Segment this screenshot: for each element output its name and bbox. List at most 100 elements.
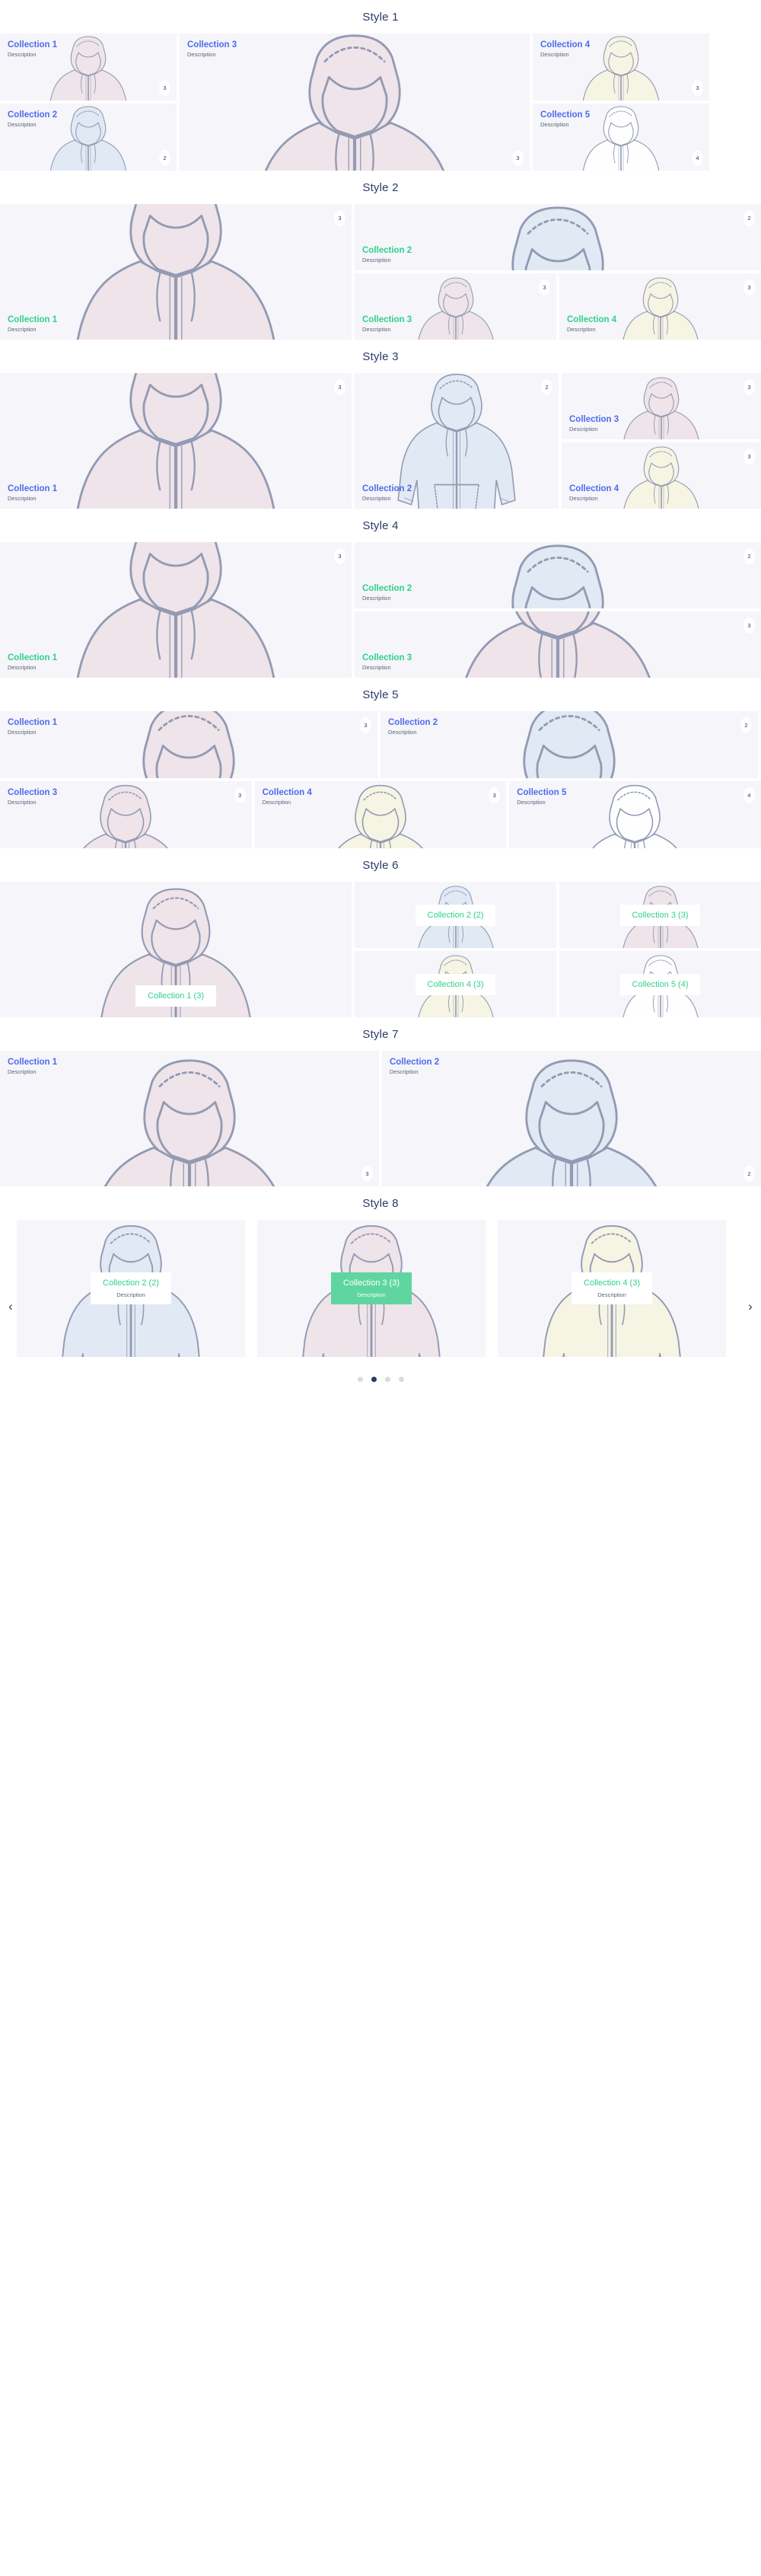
card-description: Description <box>187 51 216 58</box>
card-description: Description <box>362 664 391 671</box>
hoodie-illustration <box>575 34 667 101</box>
hoodie-illustration <box>568 781 701 848</box>
section-style-4: Style 4 Collection 1 Description 3 Colle… <box>0 509 761 678</box>
style-4-grid: Collection 1 Description 3 Collection 2 … <box>0 542 761 678</box>
slide-description: Description <box>597 1291 626 1298</box>
card-collection-3[interactable]: Collection 3 Description 3 <box>355 611 761 678</box>
hoodie-illustration <box>59 781 192 848</box>
style-4-right-column: Collection 2 Description 2 Collection 3 … <box>355 542 761 678</box>
card-collection-2[interactable]: Collection 2 Description 2 <box>355 373 559 509</box>
card-description: Description <box>362 257 391 263</box>
card-description: Description <box>8 664 37 671</box>
card-collection-1[interactable]: Collection 1 Description 3 <box>0 711 377 778</box>
section-style-7: Style 7 Collection 1 Description 3 Colle… <box>0 1017 761 1186</box>
card-description: Description <box>569 495 598 502</box>
card-collection-2[interactable]: Collection 2 Description 2 <box>380 711 758 778</box>
chevron-right-icon[interactable]: › <box>743 1299 758 1314</box>
card-collection-1[interactable]: Collection 1 (3) <box>0 882 352 1017</box>
section-style-2: Style 2 Collection 1 Description 3 Colle… <box>0 171 761 340</box>
card-title: Collection 4 <box>567 315 617 324</box>
carousel-dots <box>0 1357 761 1393</box>
card-label: Collection 1 Description <box>8 653 57 672</box>
card-badge: 2 <box>743 210 755 226</box>
card-label: Collection 3 Description <box>362 653 412 672</box>
card-description: Description <box>390 1068 419 1075</box>
carousel-dot[interactable] <box>357 1377 363 1382</box>
carousel-slide-collection-2[interactable]: Collection 2 (2) Description <box>17 1220 245 1357</box>
card-collection-3[interactable]: Collection 3 Description 3 <box>355 273 556 340</box>
card-title: Collection 1 <box>8 718 58 727</box>
hoodie-illustration <box>71 1051 308 1186</box>
card-title: Collection 2 <box>362 246 412 255</box>
card-badge: 3 <box>539 279 550 295</box>
card-collection-3[interactable]: Collection 3 Description 3 <box>562 373 761 439</box>
card-collection-5[interactable]: Collection 5 Description 4 <box>509 781 761 848</box>
slide-description: Description <box>357 1291 386 1298</box>
card-badge: 3 <box>334 210 345 226</box>
card-title: Collection 3 (3) <box>632 910 689 920</box>
carousel-dot-active[interactable] <box>371 1377 377 1382</box>
section-title: Style 8 <box>362 1197 399 1210</box>
card-label: Collection 2 Description <box>388 717 438 736</box>
carousel-slide-collection-3[interactable]: Collection 3 (3) Description <box>257 1220 486 1357</box>
card-collection-1[interactable]: Collection 1 Description 3 <box>0 204 352 340</box>
hoodie-illustration <box>439 611 677 678</box>
card-pill-label: Collection 1 (3) <box>135 985 216 1007</box>
card-pill-label: Collection 4 (3) <box>415 973 496 995</box>
card-collection-2[interactable]: Collection 2 Description 2 <box>355 204 761 270</box>
section-title: Style 3 <box>362 350 399 363</box>
hoodie-illustration <box>236 34 473 171</box>
slide-title: Collection 2 (2) <box>103 1278 159 1288</box>
carousel-dot[interactable] <box>398 1377 404 1382</box>
card-pill-label: Collection 3 (3) <box>619 904 701 926</box>
hoodie-illustration <box>57 204 295 340</box>
card-collection-4[interactable]: Collection 4 (3) <box>355 951 556 1017</box>
card-collection-3[interactable]: Collection 3 (3) <box>559 882 761 948</box>
section-title: Style 4 <box>362 519 399 532</box>
card-collection-4[interactable]: Collection 4 Description 3 <box>559 273 761 340</box>
style-5-grid: Collection 1 Description 3 Collection 2 … <box>0 711 761 848</box>
hoodie-illustration <box>575 104 667 171</box>
card-title: Collection 2 <box>388 718 438 727</box>
section-style-3: Style 3 Collection 1 Description 3 Colle… <box>0 340 761 509</box>
card-badge: 3 <box>743 279 755 295</box>
card-label: Collection 2 Description <box>362 245 412 264</box>
chevron-left-icon[interactable]: ‹ <box>3 1299 18 1314</box>
card-title: Collection 1 <box>8 315 58 324</box>
card-collection-1[interactable]: Collection 1 Description 3 <box>0 542 352 678</box>
carousel-dot[interactable] <box>384 1377 390 1382</box>
card-collection-5[interactable]: Collection 5 Description 4 <box>533 104 709 171</box>
card-collection-2[interactable]: Collection 2 Description 2 <box>382 1051 761 1186</box>
card-pill-label: Collection 5 (4) <box>619 973 701 995</box>
hoodie-illustration <box>439 204 677 270</box>
hoodie-illustration <box>451 711 688 778</box>
card-collection-4[interactable]: Collection 4 Description 3 <box>562 442 761 509</box>
carousel-slide-collection-4[interactable]: Collection 4 (3) Description <box>498 1220 726 1357</box>
card-collection-1[interactable]: Collection 1 Description 3 <box>0 1051 379 1186</box>
style-1-grid: Collection 1 Description 3 Collection 2 … <box>0 34 761 171</box>
card-collection-3[interactable]: Collection 3 Description 3 <box>180 34 530 171</box>
card-collection-1[interactable]: Collection 1 Description 3 <box>0 34 177 101</box>
card-collection-2[interactable]: Collection 2 (2) <box>355 882 556 948</box>
style-5-row-1: Collection 1 Description 3 Collection 2 … <box>0 711 761 778</box>
card-title: Collection 2 <box>390 1058 440 1067</box>
card-collection-1[interactable]: Collection 1 Description 3 <box>0 373 352 509</box>
card-collection-2[interactable]: Collection 2 Description 2 <box>355 542 761 608</box>
card-title: Collection 2 <box>362 584 412 593</box>
card-title: Collection 3 <box>187 40 237 49</box>
card-badge: 2 <box>740 717 752 733</box>
card-badge: 3 <box>489 787 501 803</box>
hoodie-illustration <box>70 711 307 778</box>
carousel-track: Collection 2 (2) Description Collection … <box>0 1220 761 1357</box>
card-label: Collection 2 Description <box>362 583 412 602</box>
hoodie-illustration <box>57 373 295 509</box>
card-collection-2[interactable]: Collection 2 Description 2 <box>0 104 177 171</box>
card-title: Collection 5 <box>517 788 567 797</box>
card-title: Collection 4 <box>262 788 312 797</box>
card-collection-5[interactable]: Collection 5 (4) <box>559 951 761 1017</box>
card-collection-3[interactable]: Collection 3 Description 3 <box>0 781 252 848</box>
card-badge: 2 <box>159 150 170 166</box>
card-description: Description <box>8 495 37 502</box>
card-collection-4[interactable]: Collection 4 Description 3 <box>533 34 709 101</box>
card-collection-4[interactable]: Collection 4 Description 3 <box>254 781 507 848</box>
